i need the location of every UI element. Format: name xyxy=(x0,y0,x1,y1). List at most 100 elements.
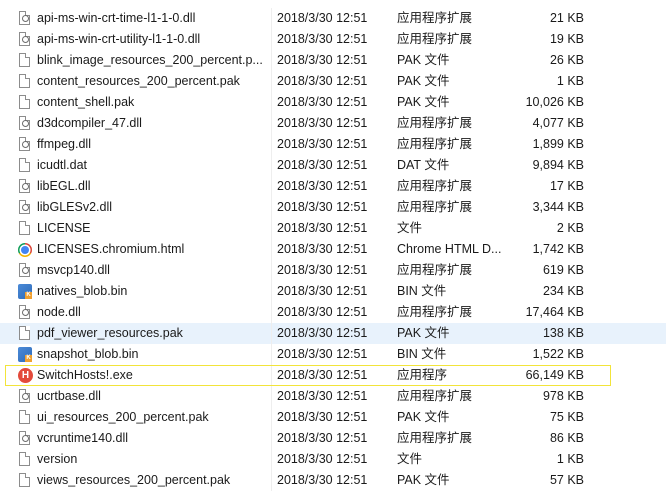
file-row[interactable]: LICENSE 2018/3/30 12:51 文件 2 KB xyxy=(0,218,666,239)
file-row[interactable]: natives_blob.bin 2018/3/30 12:51 BIN 文件 234… xyxy=(0,281,666,302)
file-date: 2018/3/30 12:51 xyxy=(277,347,368,361)
column-divider xyxy=(271,260,272,281)
file-row[interactable]: ui_resources_200_percent.pak 2018/3/30 12… xyxy=(0,407,666,428)
file-row[interactable]: node.dll 2018/3/30 12:51 应用程序扩展 17,464 KB xyxy=(0,302,666,323)
file-name: SwitchHosts!.exe xyxy=(37,368,133,382)
file-name: libEGL.dll xyxy=(37,179,91,193)
file-icon xyxy=(18,53,32,69)
file-row[interactable]: version 2018/3/30 12:51 文件 1 KB xyxy=(0,449,666,470)
file-size: 17,464 KB xyxy=(525,305,584,319)
file-name: views_resources_200_percent.pak xyxy=(37,473,231,487)
file-size: 26 KB xyxy=(549,53,584,67)
file-size: 619 KB xyxy=(542,263,584,277)
file-row[interactable]: views_resources_200_percent.pak 2018/3/30… xyxy=(0,470,666,491)
file-date: 2018/3/30 12:51 xyxy=(277,95,368,109)
column-divider xyxy=(271,155,272,176)
column-divider xyxy=(271,365,272,386)
file-row[interactable]: libGLESv2.dll 2018/3/30 12:51 应用程序扩展 3,344 … xyxy=(0,197,666,218)
file-date: 2018/3/30 12:51 xyxy=(277,74,368,88)
file-size: 19 KB xyxy=(549,32,584,46)
file-list: api-ms-win-crt-time-l1-1-0.dll 2018/3/30 … xyxy=(0,8,666,491)
file-date: 2018/3/30 12:51 xyxy=(277,452,368,466)
file-icon xyxy=(18,452,32,468)
file-row[interactable]: ffmpeg.dll 2018/3/30 12:51 应用程序扩展 1,899 KB xyxy=(0,134,666,155)
column-divider xyxy=(271,8,272,29)
file-type: 应用程序 xyxy=(397,368,448,382)
file-row[interactable]: ucrtbase.dll 2018/3/30 12:51 应用程序扩展 978 KB xyxy=(0,386,666,407)
file-size: 2 KB xyxy=(556,221,584,235)
file-size: 86 KB xyxy=(549,431,584,445)
file-size: 1,522 KB xyxy=(532,347,584,361)
file-row[interactable]: content_shell.pak 2018/3/30 12:51 PAK 文件 10… xyxy=(0,92,666,113)
file-size: 21 KB xyxy=(549,11,584,25)
file-name: d3dcompiler_47.dll xyxy=(37,116,142,130)
file-row[interactable]: icudtl.dat 2018/3/30 12:51 DAT 文件 9,894 KB xyxy=(0,155,666,176)
column-divider xyxy=(271,449,272,470)
file-name: ui_resources_200_percent.pak xyxy=(37,410,209,424)
dll-file-icon xyxy=(18,11,32,27)
file-type: 应用程序扩展 xyxy=(397,263,473,277)
file-size: 4,077 KB xyxy=(532,116,584,130)
dll-file-icon xyxy=(18,263,32,279)
file-row[interactable]: d3dcompiler_47.dll 2018/3/30 12:51 应用程序扩展 4… xyxy=(0,113,666,134)
file-type: PAK 文件 xyxy=(397,53,450,67)
file-type: PAK 文件 xyxy=(397,473,450,487)
file-type: 应用程序扩展 xyxy=(397,11,473,25)
file-type: PAK 文件 xyxy=(397,410,450,424)
column-divider xyxy=(271,386,272,407)
file-row[interactable]: api-ms-win-crt-time-l1-1-0.dll 2018/3/30 … xyxy=(0,8,666,29)
file-date: 2018/3/30 12:51 xyxy=(277,431,368,445)
file-type: 应用程序扩展 xyxy=(397,305,473,319)
file-name: content_resources_200_percent.pak xyxy=(37,74,240,88)
file-row[interactable]: vcruntime140.dll 2018/3/30 12:51 应用程序扩展 86 … xyxy=(0,428,666,449)
file-type: 应用程序扩展 xyxy=(397,137,473,151)
file-row[interactable]: libEGL.dll 2018/3/30 12:51 应用程序扩展 17 KB xyxy=(0,176,666,197)
file-date: 2018/3/30 12:51 xyxy=(277,158,368,172)
file-row[interactable]: msvcp140.dll 2018/3/30 12:51 应用程序扩展 619 KB xyxy=(0,260,666,281)
file-size: 1 KB xyxy=(556,452,584,466)
column-divider xyxy=(271,176,272,197)
file-name: LICENSE xyxy=(37,221,91,235)
file-date: 2018/3/30 12:51 xyxy=(277,116,368,130)
file-name: blink_image_resources_200_percent.p... xyxy=(37,53,263,67)
file-size: 10,026 KB xyxy=(525,95,584,109)
column-divider xyxy=(271,323,272,344)
file-date: 2018/3/30 12:51 xyxy=(277,389,368,403)
file-date: 2018/3/30 12:51 xyxy=(277,242,368,256)
file-row[interactable]: api-ms-win-crt-utility-l1-1-0.dll 2018/3/… xyxy=(0,29,666,50)
file-name: icudtl.dat xyxy=(37,158,88,172)
column-divider xyxy=(271,239,272,260)
file-type: Chrome HTML D... xyxy=(397,242,502,256)
file-name: node.dll xyxy=(37,305,81,319)
file-date: 2018/3/30 12:51 xyxy=(277,305,368,319)
file-date: 2018/3/30 12:51 xyxy=(277,32,368,46)
file-name: LICENSES.chromium.html xyxy=(37,242,185,256)
column-divider xyxy=(271,29,272,50)
file-size: 234 KB xyxy=(542,284,584,298)
file-row[interactable]: pdf_viewer_resources.pak 2018/3/30 12:51 P… xyxy=(0,323,666,344)
file-row[interactable]: blink_image_resources_200_percent.p... 20… xyxy=(0,50,666,71)
file-date: 2018/3/30 12:51 xyxy=(277,179,368,193)
column-divider xyxy=(271,134,272,155)
file-type: 应用程序扩展 xyxy=(397,200,473,214)
file-size: 3,344 KB xyxy=(532,200,584,214)
file-row[interactable]: content_resources_200_percent.pak 2018/3/… xyxy=(0,71,666,92)
column-divider xyxy=(271,113,272,134)
file-date: 2018/3/30 12:51 xyxy=(277,368,368,382)
column-divider xyxy=(271,218,272,239)
file-type: 应用程序扩展 xyxy=(397,116,473,130)
column-divider xyxy=(271,470,272,491)
dll-file-icon xyxy=(18,431,32,447)
file-row[interactable]: LICENSES.chromium.html 2018/3/30 12:51 Chr… xyxy=(0,239,666,260)
file-size: 66,149 KB xyxy=(525,368,584,382)
file-type: DAT 文件 xyxy=(397,158,450,172)
file-date: 2018/3/30 12:51 xyxy=(277,221,368,235)
file-name: natives_blob.bin xyxy=(37,284,128,298)
file-row[interactable]: H SwitchHosts!.exe 2018/3/30 12:51 应用程序 66,1… xyxy=(0,365,666,386)
file-icon xyxy=(18,221,32,237)
dll-file-icon xyxy=(18,137,32,153)
file-row[interactable]: snapshot_blob.bin 2018/3/30 12:51 BIN 文件 1,… xyxy=(0,344,666,365)
file-date: 2018/3/30 12:51 xyxy=(277,410,368,424)
file-name: ucrtbase.dll xyxy=(37,389,101,403)
dll-file-icon xyxy=(18,305,32,321)
